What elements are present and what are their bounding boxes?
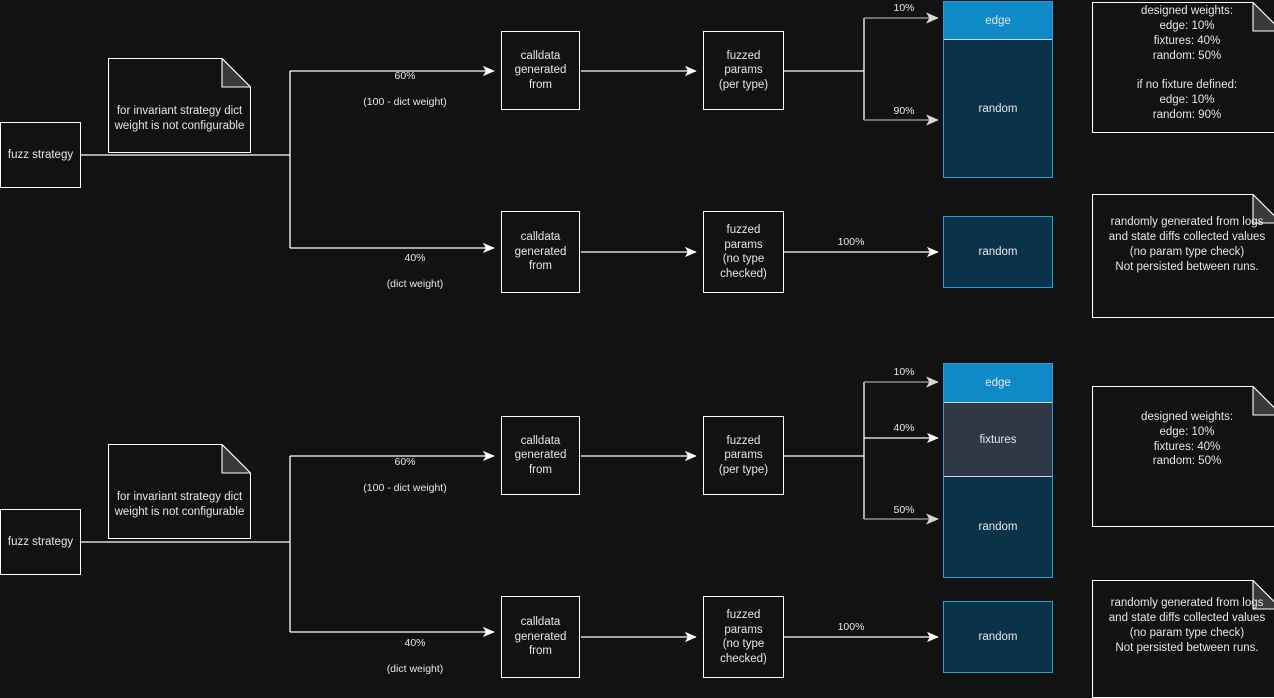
top-upper-calldata[interactable]: calldata generated from [501, 31, 580, 110]
bottom-lower-calldata[interactable]: calldata generated from [501, 596, 580, 678]
top-output-stack[interactable]: edge random [943, 1, 1053, 178]
node-label: calldata generated from [514, 434, 567, 476]
bottom-note-random-source: randomly generated from logs and state d… [1092, 580, 1274, 698]
bottom-upper-calldata[interactable]: calldata generated from [501, 416, 580, 495]
node-label: calldata generated from [514, 616, 567, 658]
note-text: for invariant strategy dict weight is no… [114, 104, 245, 132]
top-edge-percent-10: 10% [893, 2, 915, 14]
top-root-fuzz-strategy[interactable]: fuzz strategy [0, 122, 81, 188]
node-label: fuzz strategy [7, 148, 74, 161]
weight-percent: 60% [394, 456, 416, 468]
note-text: for invariant strategy dict weight is no… [114, 490, 245, 518]
diagram-canvas: fuzz strategy for invariant strategy dic… [0, 0, 1274, 698]
weight-percent: 40% [404, 637, 426, 649]
bottom-upper-fuzzed-params[interactable]: fuzzed params (per type) [703, 416, 784, 495]
node-label: calldata generated from [514, 49, 567, 91]
node-label: fuzzed params (no type checked) [720, 609, 767, 665]
bottom-lower-fuzzed-params[interactable]: fuzzed params (no type checked) [703, 596, 784, 678]
node-label: fuzzed params (no type checked) [720, 224, 767, 280]
bottom-lower-output-random[interactable]: random [943, 601, 1053, 673]
top-upper-split [784, 12, 939, 126]
node-label: calldata generated from [514, 231, 567, 273]
top-note-designed-weights: designed weights: edge: 10% fixtures: 40… [1092, 2, 1274, 133]
bottom-note-designed-weights: designed weights: edge: 10% fixtures: 40… [1092, 386, 1274, 527]
stack-segment-edge[interactable]: edge [944, 2, 1052, 39]
bottom-lower-weight-label: 40% (dict weight) [340, 624, 490, 689]
node-label: fuzzed params (per type) [718, 49, 769, 91]
bottom-random-percent-100: 100% [837, 621, 865, 633]
node-label: fuzzed params (per type) [718, 434, 769, 476]
stack-segment-random[interactable]: random [944, 602, 1052, 672]
node-label: fuzz strategy [7, 535, 74, 548]
note-text: designed weights: edge: 10% fixtures: 40… [1136, 5, 1238, 121]
stack-segment-random[interactable]: random [944, 39, 1052, 177]
weight-percent: 40% [404, 252, 426, 264]
bottom-fixtures-percent-40: 40% [893, 422, 915, 434]
top-lower-calldata[interactable]: calldata generated from [501, 211, 580, 293]
top-random-percent-100: 100% [837, 236, 865, 248]
top-random-percent-90: 90% [893, 105, 915, 117]
note-text: randomly generated from logs and state d… [1108, 597, 1266, 654]
bottom-edge-percent-10: 10% [893, 366, 915, 378]
stack-segment-random[interactable]: random [944, 217, 1052, 287]
top-upper-weight-label: 60% (100 - dict weight) [330, 57, 480, 122]
bottom-random-percent-50: 50% [893, 504, 915, 516]
weight-sub: (100 - dict weight) [363, 96, 447, 108]
note-text: randomly generated from logs and state d… [1108, 216, 1266, 273]
weight-sub: (100 - dict weight) [363, 482, 447, 494]
top-upper-fuzzed-params[interactable]: fuzzed params (per type) [703, 31, 784, 110]
note-text: designed weights: edge: 10% fixtures: 40… [1140, 410, 1234, 468]
stack-segment-random[interactable]: random [944, 476, 1052, 577]
weight-sub: (dict weight) [386, 278, 444, 290]
top-lower-fuzzed-params[interactable]: fuzzed params (no type checked) [703, 211, 784, 293]
top-note-dict-weight: for invariant strategy dict weight is no… [108, 58, 251, 153]
stack-segment-edge[interactable]: edge [944, 364, 1052, 402]
weight-percent: 60% [394, 70, 416, 82]
stack-segment-fixtures[interactable]: fixtures [944, 402, 1052, 476]
top-lower-weight-label: 40% (dict weight) [340, 239, 490, 304]
weight-sub: (dict weight) [386, 663, 444, 675]
top-note-random-source: randomly generated from logs and state d… [1092, 194, 1274, 318]
bottom-note-dict-weight: for invariant strategy dict weight is no… [108, 444, 251, 539]
top-lower-output-random[interactable]: random [943, 216, 1053, 288]
bottom-upper-split [784, 376, 939, 525]
bottom-root-fuzz-strategy[interactable]: fuzz strategy [0, 509, 81, 575]
bottom-output-stack[interactable]: edge fixtures random [943, 363, 1053, 578]
bottom-upper-weight-label: 60% (100 - dict weight) [330, 443, 480, 508]
